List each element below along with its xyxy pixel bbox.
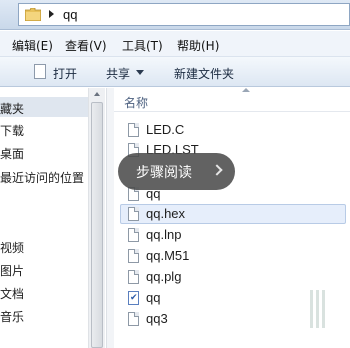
file-name: qq — [146, 290, 161, 305]
menu-edit[interactable]: 编辑(E) — [12, 37, 53, 54]
sort-ascending-icon — [242, 88, 250, 92]
address-box[interactable]: qq — [18, 3, 350, 26]
scroll-up-icon[interactable] — [94, 92, 100, 96]
new-folder-button[interactable]: 新建文件夹 — [174, 65, 234, 82]
document-icon — [128, 228, 139, 242]
chevron-down-icon[interactable] — [136, 70, 144, 75]
nav-item-label: 图片 — [0, 264, 25, 278]
file-row[interactable]: qq.lnp — [124, 226, 350, 246]
watermark-bars — [310, 290, 330, 328]
chevron-right-icon — [211, 164, 223, 176]
document-icon — [128, 249, 139, 263]
step-reading-label: 步骤阅读 — [136, 165, 192, 181]
nav-item-recent-places[interactable]: 最近访问的位置 — [0, 169, 84, 186]
file-row-selected[interactable]: qq.hex — [120, 204, 346, 224]
nav-item-label: 视频 — [0, 241, 25, 255]
file-name: LED.C — [146, 122, 185, 137]
file-name: qq3 — [146, 311, 168, 326]
menu-bar: 编辑(E) 查看(V) 工具(T) 帮助(H) — [0, 31, 350, 57]
file-row[interactable]: qq.plg — [124, 268, 350, 288]
column-header-name[interactable]: 名称 — [124, 94, 148, 111]
nav-item-pictures[interactable]: 图片 — [0, 262, 24, 279]
file-row[interactable]: LED.C — [124, 121, 350, 141]
nav-scrollbar[interactable] — [88, 88, 105, 348]
column-header-row: 名称 — [114, 88, 350, 112]
nav-item-label: 最近访问的位置 — [0, 171, 85, 185]
document-icon — [128, 270, 139, 284]
breadcrumb-current[interactable]: qq — [63, 7, 77, 22]
nav-item-videos[interactable]: 视频 — [0, 239, 24, 256]
nav-item-favorites[interactable]: 藏夹 — [0, 97, 88, 117]
menu-tools[interactable]: 工具(T) — [122, 37, 163, 54]
nav-item-music[interactable]: 音乐 — [0, 308, 24, 325]
nav-item-label: 文档 — [0, 287, 25, 301]
document-icon — [128, 123, 139, 137]
file-row[interactable]: qq.M51 — [124, 247, 350, 267]
menu-help[interactable]: 帮助(H) — [177, 37, 219, 54]
nav-item-label: 藏夹 — [0, 102, 25, 116]
pane-divider[interactable] — [106, 88, 114, 348]
file-name: qq.M51 — [146, 248, 190, 263]
folder-icon — [25, 8, 41, 21]
file-name: qq.plg — [146, 269, 182, 284]
nav-item-label: 音乐 — [0, 310, 25, 324]
document-icon — [128, 207, 139, 221]
command-bar: 打开 共享 新建文件夹 — [0, 57, 350, 87]
application-icon: ✔ — [128, 291, 139, 305]
share-button[interactable]: 共享 — [106, 65, 130, 82]
nav-item-label: 下载 — [0, 124, 25, 138]
menu-view[interactable]: 查看(V) — [65, 37, 107, 54]
address-bar: qq — [0, 0, 350, 30]
breadcrumb-arrow-icon[interactable] — [49, 10, 54, 18]
nav-item-downloads[interactable]: 下载 — [0, 122, 24, 139]
open-button[interactable]: 打开 — [53, 65, 77, 82]
nav-item-documents[interactable]: 文档 — [0, 285, 24, 302]
open-icon — [34, 64, 46, 79]
nav-item-desktop[interactable]: 桌面 — [0, 145, 24, 162]
file-name: qq.hex — [146, 206, 186, 221]
step-reading-button[interactable]: 步骤阅读 — [118, 153, 235, 190]
document-icon — [128, 312, 139, 326]
nav-item-label: 桌面 — [0, 147, 25, 161]
file-name: qq.lnp — [146, 227, 182, 242]
nav-scrollbar-thumb[interactable] — [91, 102, 103, 348]
